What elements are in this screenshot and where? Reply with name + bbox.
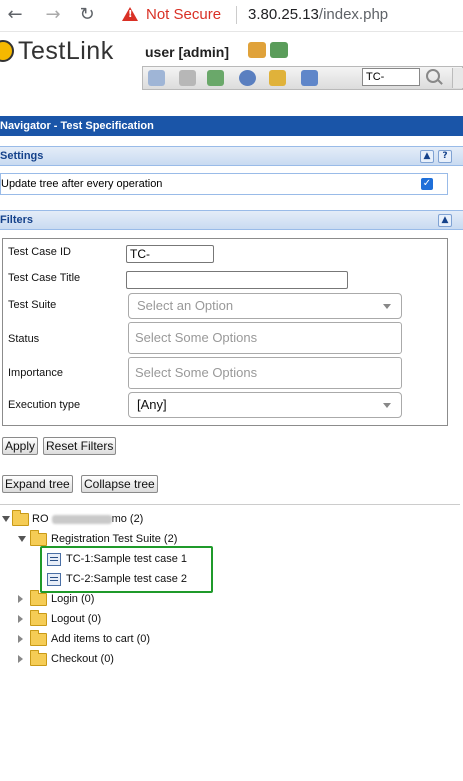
test-suite-placeholder: Select an Option bbox=[137, 298, 234, 313]
settings-help-icon[interactable]: ? bbox=[438, 150, 452, 163]
forward-arrow-icon[interactable]: → bbox=[42, 4, 64, 26]
execution-type-select[interactable]: [Any] bbox=[128, 392, 402, 418]
execution-type-label: Execution type bbox=[8, 399, 81, 411]
test-case-title-label: Test Case Title bbox=[8, 272, 81, 284]
desktop-icon[interactable] bbox=[148, 70, 165, 86]
collapsed-triangle-icon[interactable] bbox=[18, 635, 23, 643]
filters-title: Filters bbox=[0, 214, 34, 226]
folder-icon bbox=[30, 610, 47, 626]
personal-settings-icon[interactable] bbox=[248, 42, 266, 58]
folder-label: Logout (0) bbox=[51, 613, 102, 625]
settings-title: Settings bbox=[0, 150, 44, 162]
testcase-search-input[interactable]: TC- bbox=[362, 68, 420, 86]
status-multiselect[interactable]: Select Some Options bbox=[128, 322, 402, 354]
folder-icon bbox=[30, 590, 47, 606]
hierarchy-icon[interactable] bbox=[207, 70, 224, 86]
test-suite-select[interactable]: Select an Option bbox=[128, 293, 402, 319]
status-label: Status bbox=[8, 333, 40, 345]
folder-label: Add items to cart (0) bbox=[51, 633, 151, 645]
collapsed-triangle-icon[interactable] bbox=[18, 655, 23, 663]
broom-icon[interactable] bbox=[269, 70, 286, 86]
folder-icon bbox=[12, 510, 29, 526]
update-tree-checkbox[interactable]: ✓ bbox=[421, 178, 433, 190]
test-case-id-input[interactable]: TC- bbox=[126, 245, 214, 263]
search-icon[interactable] bbox=[426, 69, 440, 83]
warning-icon: ! bbox=[122, 7, 138, 21]
back-arrow-icon[interactable]: ← bbox=[4, 4, 26, 26]
importance-multiselect[interactable]: Select Some Options bbox=[128, 357, 402, 389]
browser-toolbar: ← → ↻ ! Not Secure 3.80.25.13/index.php bbox=[0, 0, 463, 32]
settings-collapse-icon[interactable]: ▲ bbox=[420, 150, 434, 163]
chevron-down-icon bbox=[383, 403, 391, 408]
collapsed-triangle-icon[interactable] bbox=[18, 595, 23, 603]
expand-triangle-icon[interactable] bbox=[2, 516, 10, 522]
folder-label: Login (0) bbox=[51, 593, 95, 605]
importance-label: Importance bbox=[8, 367, 64, 379]
update-tree-label: Update tree after every operation bbox=[1, 178, 163, 190]
testlink-logo[interactable]: TestLink bbox=[18, 37, 114, 66]
test-suite-label: Test Suite bbox=[8, 299, 57, 311]
folder-icon bbox=[30, 630, 47, 646]
not-secure-label[interactable]: Not Secure bbox=[146, 6, 221, 23]
header-scrollbar[interactable] bbox=[452, 68, 463, 88]
settings-panel-header[interactable]: Settings ▲ ? bbox=[0, 146, 463, 166]
redacted-text bbox=[51, 514, 112, 524]
navigator-title: Navigator - Test Specification bbox=[0, 116, 463, 136]
url-path: /index.php bbox=[318, 6, 389, 23]
tree-root-suffix: mo (2) bbox=[111, 513, 144, 525]
tree-root-prefix: RO bbox=[32, 513, 49, 525]
settings-body: Update tree after every operation ✓ bbox=[0, 173, 448, 195]
expand-triangle-icon[interactable] bbox=[18, 536, 26, 542]
feather-icon[interactable] bbox=[301, 70, 318, 86]
folder-icon bbox=[30, 650, 47, 666]
execution-type-value: [Any] bbox=[137, 397, 167, 412]
user-icon[interactable] bbox=[239, 70, 256, 86]
apply-button[interactable]: Apply bbox=[2, 437, 39, 455]
collapsed-triangle-icon[interactable] bbox=[18, 615, 23, 623]
cart-icon[interactable] bbox=[179, 70, 196, 86]
test-case-title-input[interactable] bbox=[126, 271, 348, 289]
user-label: user [admin] bbox=[145, 44, 230, 60]
filters-form: Test Case ID TC- Test Case Title Test Su… bbox=[2, 238, 448, 426]
folder-icon bbox=[30, 530, 47, 546]
address-bar[interactable]: 3.80.25.13/index.php bbox=[248, 6, 388, 23]
testlink-header: TestLink user [admin] TC- bbox=[0, 32, 463, 92]
filters-panel-header[interactable]: Filters ▲ bbox=[0, 210, 463, 230]
expand-tree-button[interactable]: Expand tree bbox=[2, 475, 73, 493]
testlink-logo-icon bbox=[0, 40, 14, 62]
folder-label: Checkout (0) bbox=[51, 653, 114, 665]
importance-placeholder: Select Some Options bbox=[135, 365, 258, 380]
test-case-id-label: Test Case ID bbox=[8, 246, 71, 258]
reset-filters-button[interactable]: Reset Filters bbox=[43, 437, 117, 455]
logout-icon[interactable] bbox=[270, 42, 288, 58]
collapse-tree-button[interactable]: Collapse tree bbox=[81, 475, 158, 493]
url-host: 3.80.25.13 bbox=[248, 6, 319, 23]
status-placeholder: Select Some Options bbox=[135, 330, 258, 345]
chevron-down-icon bbox=[383, 304, 391, 309]
filters-collapse-icon[interactable]: ▲ bbox=[438, 214, 452, 227]
reload-icon[interactable]: ↻ bbox=[76, 4, 98, 26]
url-divider bbox=[236, 6, 237, 24]
highlight-annotation-box bbox=[40, 546, 213, 593]
